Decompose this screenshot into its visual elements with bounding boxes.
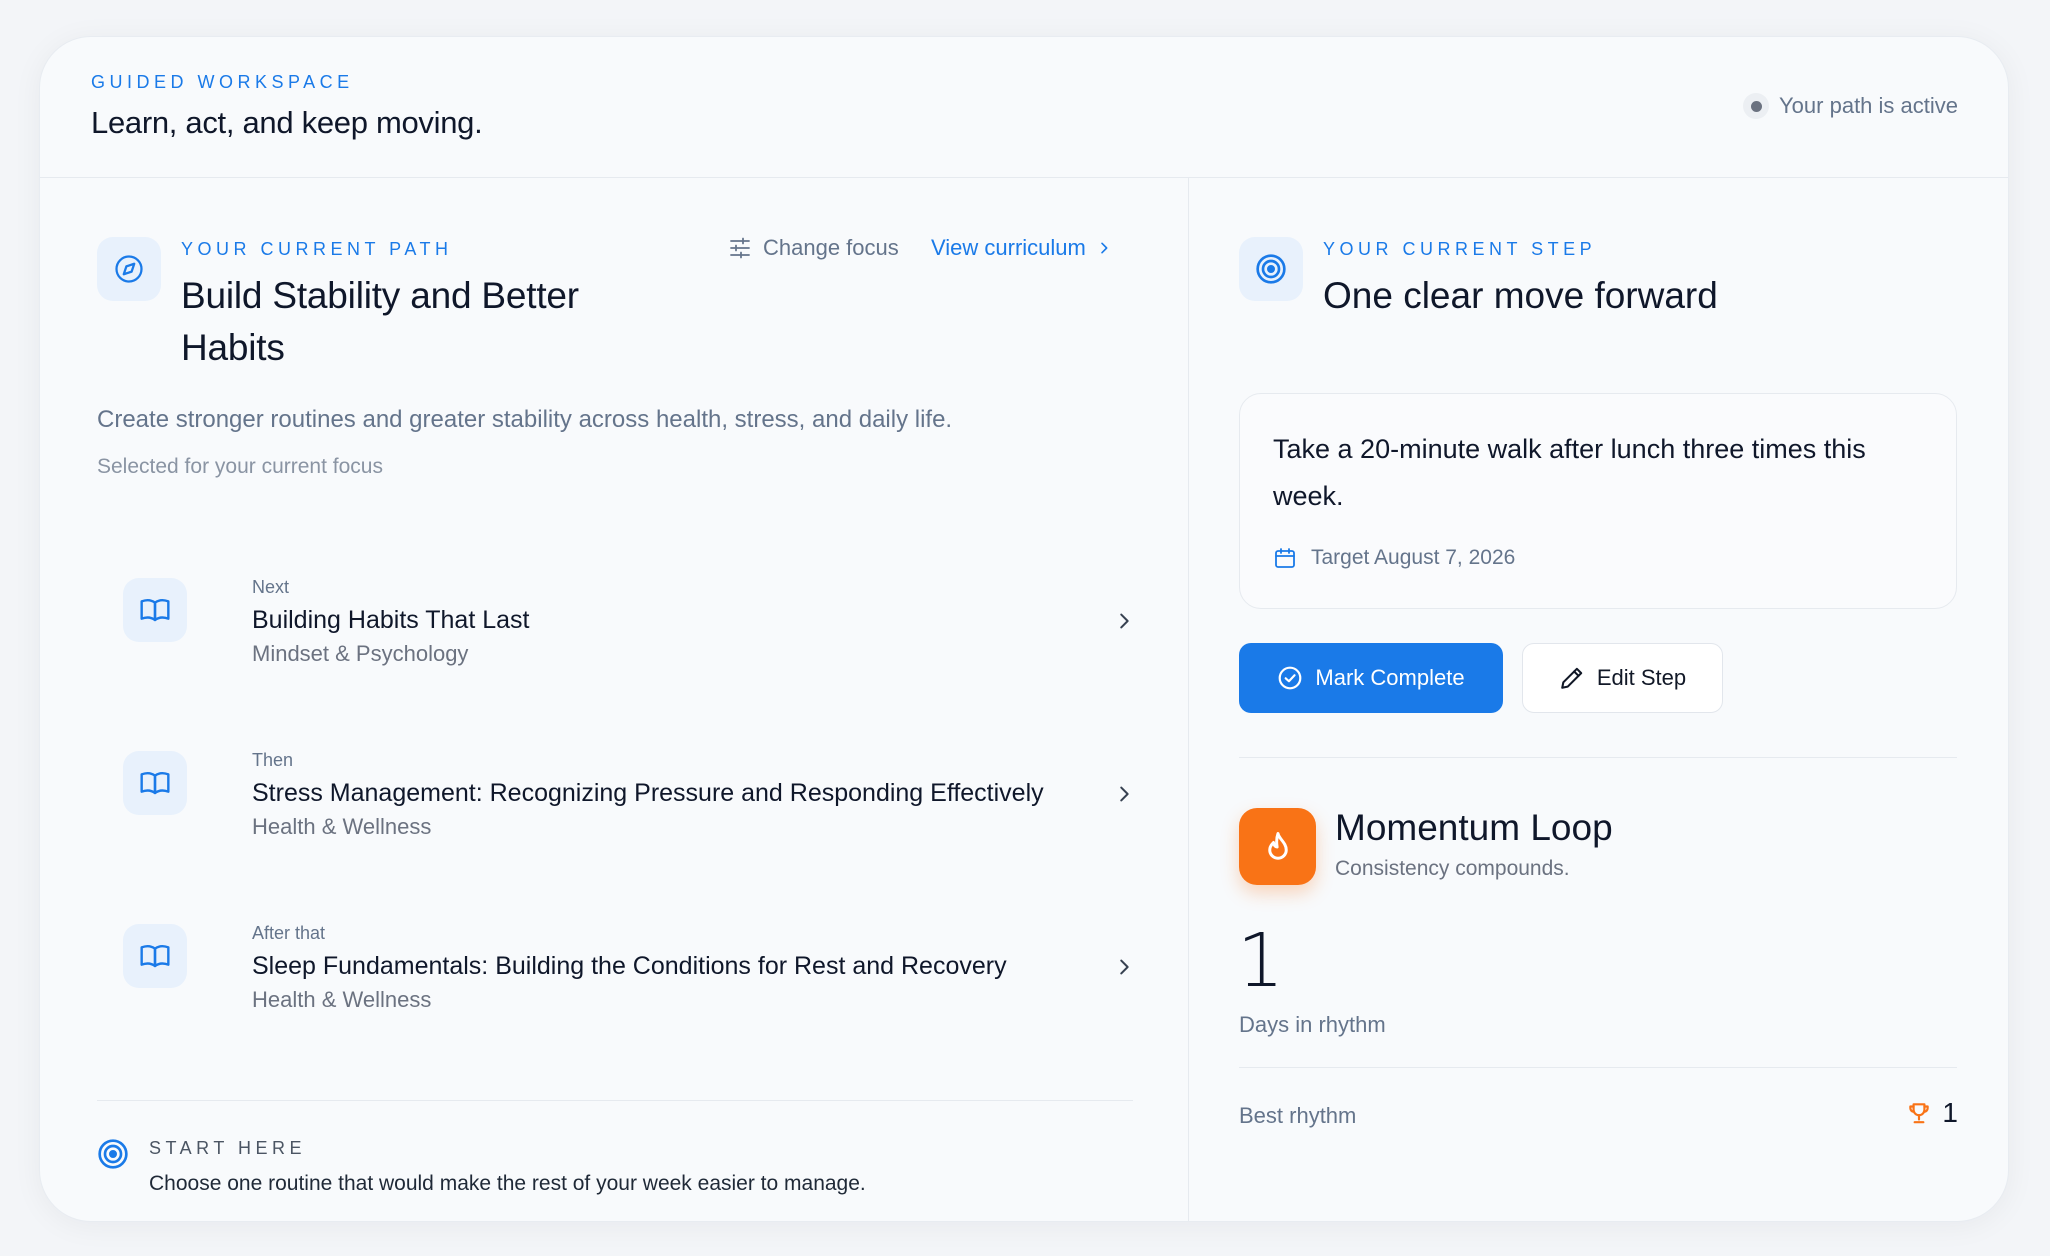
step-eyebrow: YOUR CURRENT STEP bbox=[1323, 239, 1597, 259]
divider bbox=[97, 1100, 1133, 1101]
target-date-text: Target August 7, 2026 bbox=[1311, 546, 1516, 569]
calendar-icon bbox=[1275, 548, 1295, 568]
lesson-title: Building Habits That Last bbox=[252, 606, 530, 634]
lesson-item-next[interactable]: Next Building Habits That Last Mindset &… bbox=[123, 562, 1148, 692]
lesson-category: Health & Wellness bbox=[252, 814, 432, 839]
target-date: Target August 7, 2026 bbox=[1273, 546, 1515, 570]
change-focus-label: Change focus bbox=[763, 235, 899, 260]
lesson-category: Mindset & Psychology bbox=[252, 641, 469, 666]
path-status-text: Your path is active bbox=[1779, 93, 1958, 118]
start-here-text: Choose one routine that would make the r… bbox=[149, 1172, 866, 1195]
status-dot-icon bbox=[1743, 93, 1770, 119]
edit-step-label: Edit Step bbox=[1596, 665, 1687, 690]
days-in-rhythm-count: 1 bbox=[1237, 918, 1285, 1004]
pencil-icon bbox=[1561, 667, 1583, 689]
best-rhythm-label: Best rhythm bbox=[1239, 1103, 1357, 1128]
book-icon bbox=[123, 924, 187, 988]
lesson-step-label: After that bbox=[252, 923, 326, 943]
current-step-panel: YOUR CURRENT STEP One clear move forward… bbox=[1189, 178, 2008, 1221]
view-curriculum-link[interactable]: View curriculum bbox=[931, 235, 1112, 261]
path-eyebrow: YOUR CURRENT PATH bbox=[181, 239, 453, 259]
book-icon bbox=[123, 751, 187, 815]
lesson-step-label: Then bbox=[252, 750, 294, 770]
workspace-title: Learn, act, and keep moving. bbox=[91, 105, 483, 140]
change-focus-button[interactable]: Change focus bbox=[728, 235, 899, 261]
workspace-eyebrow: GUIDED WORKSPACE bbox=[91, 72, 354, 92]
lesson-step-label: Next bbox=[252, 577, 290, 597]
momentum-subtitle: Consistency compounds. bbox=[1335, 857, 1570, 880]
momentum-title: Momentum Loop bbox=[1335, 807, 1613, 848]
step-text: Take a 20-minute walk after lunch three … bbox=[1273, 434, 1866, 511]
top-bar: GUIDED WORKSPACE Learn, act, and keep mo… bbox=[40, 37, 2008, 178]
path-title: Build Stability and Better Habits bbox=[181, 275, 579, 368]
workspace-card: GUIDED WORKSPACE Learn, act, and keep mo… bbox=[39, 36, 2009, 1222]
days-in-rhythm-label: Days in rhythm bbox=[1239, 1012, 1386, 1037]
step-title: One clear move forward bbox=[1323, 275, 1718, 316]
mark-complete-label: Mark Complete bbox=[1315, 665, 1465, 690]
trophy-icon bbox=[1909, 1103, 1930, 1124]
divider bbox=[1239, 1067, 1957, 1068]
start-here-eyebrow: START HERE bbox=[149, 1138, 307, 1158]
chevron-right-icon bbox=[1120, 959, 1129, 975]
chevron-right-icon bbox=[1120, 786, 1129, 802]
target-icon bbox=[1239, 237, 1303, 301]
best-rhythm-number: 1 bbox=[1942, 1097, 1958, 1128]
flame-icon bbox=[1239, 808, 1316, 885]
target-icon bbox=[98, 1139, 128, 1169]
chevron-right-icon bbox=[1101, 242, 1108, 254]
lesson-title: Sleep Fundamentals: Building the Conditi… bbox=[252, 952, 1007, 980]
view-curriculum-label: View curriculum bbox=[931, 235, 1086, 260]
lesson-title: Stress Management: Recognizing Pressure … bbox=[252, 779, 1044, 807]
book-icon bbox=[123, 578, 187, 642]
compass-icon bbox=[97, 237, 161, 301]
path-status: Your path is active bbox=[1743, 93, 1958, 119]
chevron-right-icon bbox=[1120, 613, 1129, 629]
path-description: Create stronger routines and greater sta… bbox=[97, 406, 953, 433]
current-path-panel: YOUR CURRENT PATH Build Stability and Be… bbox=[40, 178, 1188, 1221]
path-subtext: Selected for your current focus bbox=[97, 455, 383, 478]
sliders-icon bbox=[730, 237, 750, 259]
lesson-item-after-that[interactable]: After that Sleep Fundamentals: Building … bbox=[123, 908, 1148, 1038]
lesson-item-then[interactable]: Then Stress Management: Recognizing Pres… bbox=[123, 735, 1148, 865]
best-rhythm-value: 1 bbox=[1906, 1097, 1958, 1129]
step-card: Take a 20-minute walk after lunch three … bbox=[1239, 393, 1957, 609]
divider bbox=[1239, 757, 1957, 758]
lesson-category: Health & Wellness bbox=[252, 987, 432, 1012]
check-circle-icon bbox=[1279, 666, 1302, 690]
edit-step-button[interactable]: Edit Step bbox=[1522, 643, 1723, 713]
mark-complete-button[interactable]: Mark Complete bbox=[1239, 643, 1503, 713]
